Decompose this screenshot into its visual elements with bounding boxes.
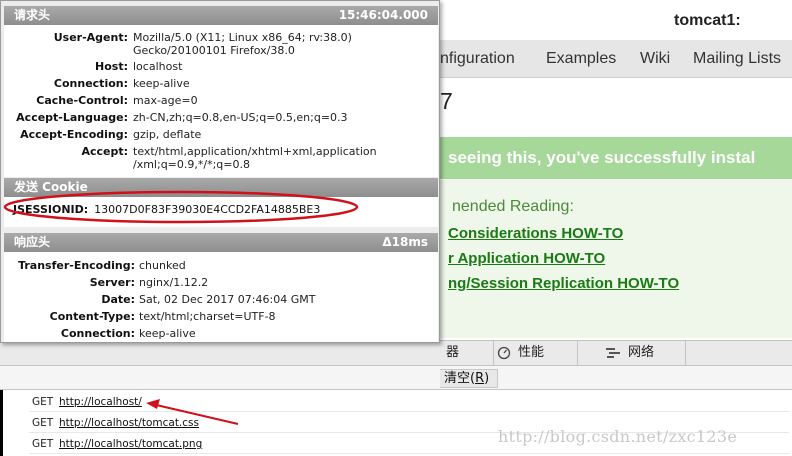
header-value: max-age=0	[133, 94, 198, 107]
headers-popup: 请求头 15:46:04.000 User-Agent: Mozilla/5.0…	[0, 0, 440, 343]
banner-text: seeing this, you've successfully instal	[448, 148, 756, 167]
request-method: GET	[32, 438, 54, 450]
success-banner: seeing this, you've successfully instal	[440, 137, 792, 179]
header-key: Host:	[95, 60, 128, 73]
tab-performance-label: 性能	[518, 345, 545, 360]
hostname: tomcat1:	[674, 12, 741, 29]
link-clustering[interactable]: ng/Session Replication HOW-TO	[448, 275, 679, 292]
cookie-key: JSESSIONID:	[13, 203, 89, 216]
request-url[interactable]: http://localhost/tomcat.png	[59, 438, 202, 450]
response-headers-label: 响应头	[14, 235, 51, 249]
tab-network-label: 网络	[628, 345, 655, 360]
request-time: 15:46:04.000	[338, 8, 428, 22]
header-key: Connection:	[53, 77, 128, 90]
tomcat-nav: nfiguration Examples Wiki Mailing Lists	[440, 40, 792, 78]
response-headers-body: Transfer-Encoding: chunked Server: nginx…	[4, 252, 438, 342]
header-value: keep-alive	[133, 77, 190, 90]
clear-button-close: )	[484, 371, 490, 386]
request-method: GET	[32, 396, 54, 408]
header-key: User-Agent:	[53, 31, 128, 44]
devtools-tabs: 器 性能 网络	[0, 340, 792, 366]
watermark: http://blog.csdn.net/zxc123e	[498, 427, 738, 446]
tab-network[interactable]: 网络	[578, 341, 686, 366]
network-toolbar: 清空(R)	[0, 366, 792, 390]
nav-examples[interactable]: Examples	[546, 50, 616, 68]
nav-configuration[interactable]: nfiguration	[440, 50, 515, 68]
request-url[interactable]: http://localhost/tomcat.css	[59, 417, 199, 429]
response-time: Δ18ms	[382, 235, 428, 249]
header-key: Content-Type:	[49, 310, 135, 323]
header-key: Accept-Language:	[16, 111, 128, 124]
header-value: keep-alive	[139, 327, 196, 340]
cookie-title: 发送 Cookie	[4, 178, 438, 197]
clear-button-label: 清空(	[444, 371, 476, 386]
tab-inspector[interactable]: 器	[440, 341, 494, 366]
header-value: gzip, deflate	[133, 128, 202, 141]
link-manager[interactable]: r Application HOW-TO	[448, 250, 605, 267]
header-key: Transfer-Encoding:	[18, 259, 135, 272]
link-security[interactable]: Considerations HOW-TO	[448, 225, 623, 242]
recommended-heading: nended Reading:	[452, 198, 574, 215]
tab-performance[interactable]: 性能	[494, 341, 578, 366]
header-value: /xml;q=0.9,*/*;q=0.8	[133, 158, 250, 171]
header-value: Gecko/20100101 Firefox/38.0	[133, 44, 295, 57]
cookie-row: JSESSIONID: 13007D0F83F39030E4CCD2FA14885…	[13, 203, 320, 216]
header-value: Mozilla/5.0 (X11; Linux x86_64; rv:38.0)	[133, 31, 352, 44]
cookie-value: 13007D0F83F39030E4CCD2FA14885BE3	[94, 203, 321, 216]
header-value: localhost	[133, 60, 183, 73]
request-method: GET	[32, 417, 54, 429]
network-icon	[606, 348, 620, 358]
clear-button-accesskey: R	[475, 371, 485, 386]
header-value: zh-CN,zh;q=0.8,en-US;q=0.5,en;q=0.3	[133, 111, 348, 124]
header-value: chunked	[139, 259, 186, 272]
header-key: Cache-Control:	[36, 94, 128, 107]
header-key: Server:	[89, 276, 135, 289]
response-headers-title: 响应头 Δ18ms	[4, 233, 438, 252]
header-key: Date:	[101, 293, 135, 306]
request-headers-label: 请求头	[14, 8, 51, 22]
header-value: text/html;charset=UTF-8	[139, 310, 276, 323]
nav-wiki[interactable]: Wiki	[640, 50, 670, 68]
header-key: Accept-Encoding:	[20, 128, 128, 141]
header-value: nginx/1.12.2	[139, 276, 209, 289]
request-url[interactable]: http://localhost/	[59, 396, 142, 408]
header-key: Accept:	[81, 145, 128, 158]
header-key: Connection:	[60, 327, 135, 340]
request-headers-title: 请求头 15:46:04.000	[4, 6, 438, 25]
header-value: Sat, 02 Dec 2017 07:46:04 GMT	[139, 293, 316, 306]
performance-icon	[497, 346, 511, 360]
page-title: 7	[440, 88, 453, 114]
log-row[interactable]: GET http://localhost/	[29, 392, 789, 412]
nav-mailing-lists[interactable]: Mailing Lists	[693, 50, 781, 68]
clear-button[interactable]: 清空(R)	[440, 369, 499, 388]
tab-inspector-label: 器	[446, 345, 460, 360]
cookie-title-label: 发送 Cookie	[14, 180, 88, 194]
header-value: text/html,application/xhtml+xml,applicat…	[133, 145, 377, 158]
request-headers-body: User-Agent: Mozilla/5.0 (X11; Linux x86_…	[4, 25, 438, 177]
